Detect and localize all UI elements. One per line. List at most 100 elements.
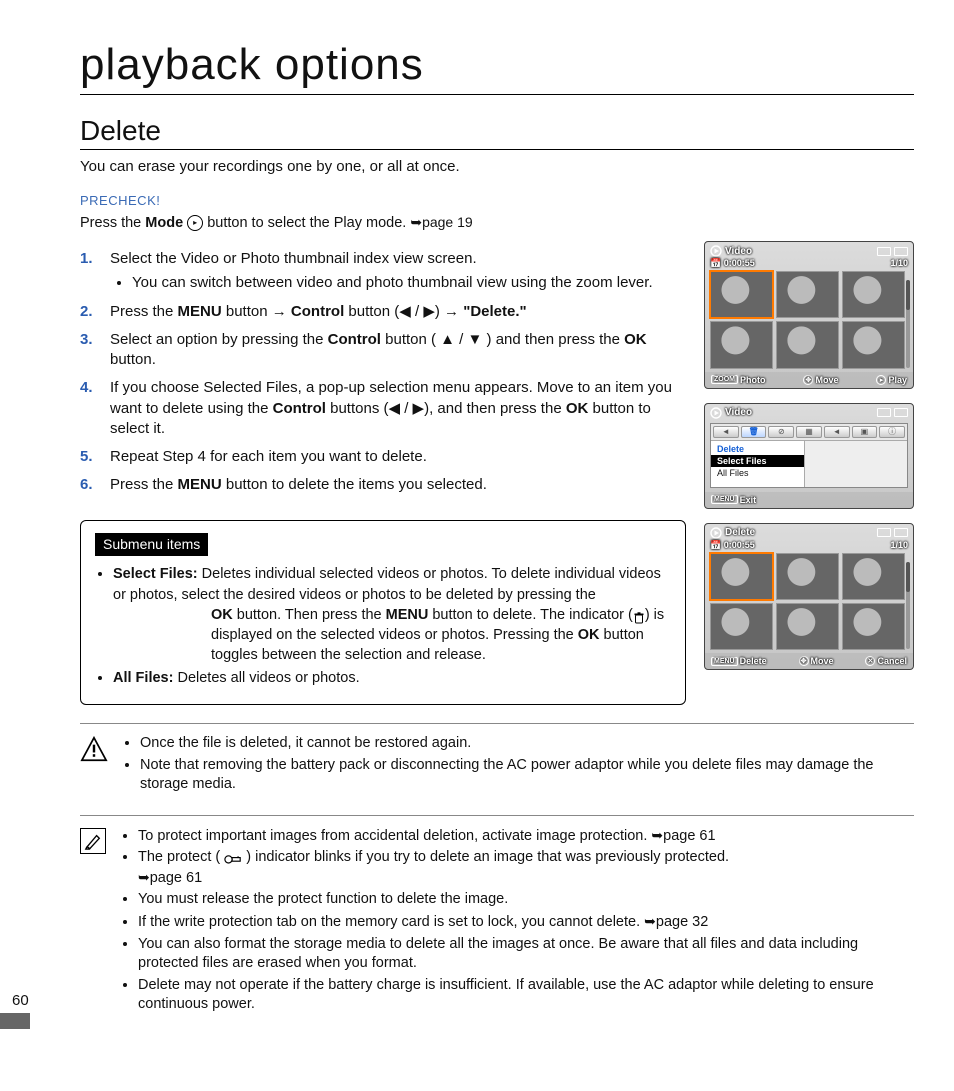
page-number: 60 bbox=[12, 992, 29, 1009]
scr2-exit[interactable]: MENUExit bbox=[711, 495, 756, 505]
note-3: You must release the protect function to… bbox=[138, 890, 914, 910]
thumb-1[interactable] bbox=[710, 271, 773, 318]
thumb-4[interactable] bbox=[710, 603, 773, 650]
screen-video-thumbs: Video 📅 0:00:55 1/10 ZOOMPhoto ✥Move ▸ bbox=[704, 241, 914, 389]
page-tab bbox=[0, 1013, 30, 1029]
s2c: button ( bbox=[344, 303, 399, 320]
thumb-5[interactable] bbox=[776, 603, 839, 650]
thumb-6[interactable] bbox=[842, 321, 905, 368]
up-down-icon: ▲ / ▼ bbox=[440, 331, 482, 348]
scr2-status-icons bbox=[877, 408, 908, 417]
battery-icon bbox=[894, 247, 908, 256]
thumb-6[interactable] bbox=[842, 603, 905, 650]
step-2: Press the MENU button → Control button (… bbox=[80, 302, 686, 322]
s4-ok: OK bbox=[566, 400, 589, 417]
sf-ok2: OK bbox=[578, 627, 600, 643]
tool-prev[interactable]: ◄ bbox=[713, 426, 739, 438]
scr3-move[interactable]: ✥Move bbox=[799, 656, 834, 666]
precheck-text: Press the Mode ▸ button to select the Pl… bbox=[80, 214, 914, 231]
scr3-delete[interactable]: MENUDelete bbox=[711, 656, 767, 666]
trash-icon bbox=[633, 610, 645, 620]
thumb-5[interactable] bbox=[776, 321, 839, 368]
scr1-status-icons bbox=[877, 247, 908, 256]
note-2-ref: page 61 bbox=[150, 870, 202, 886]
scr1-scrollbar[interactable] bbox=[906, 280, 910, 368]
scr3-counter: 1/10 bbox=[890, 540, 908, 551]
left-right-icon: ◀ / ▶ bbox=[399, 303, 435, 320]
sf-ok1: OK bbox=[211, 607, 233, 623]
step-1: Select the Video or Photo thumbnail inde… bbox=[80, 249, 686, 294]
scr3-scrollbar[interactable] bbox=[906, 562, 910, 650]
steps-column: Select the Video or Photo thumbnail inde… bbox=[80, 241, 686, 705]
scr3-time: 📅 0:00:55 bbox=[710, 540, 755, 551]
ok-cancel-icon: ✕ bbox=[865, 656, 875, 666]
menu-item-select-files[interactable]: Select Files bbox=[711, 455, 804, 467]
tool-prev2-icon[interactable]: ◄ bbox=[824, 426, 850, 438]
tool-delete-icon[interactable]: 🗑 bbox=[741, 426, 767, 438]
warning-row: Once the file is deleted, it cannot be r… bbox=[80, 734, 914, 797]
thumb-4[interactable] bbox=[710, 321, 773, 368]
battery-icon bbox=[894, 528, 908, 537]
ref-arrow-icon: ➥ bbox=[651, 827, 663, 843]
scr1-move[interactable]: ✥Move bbox=[803, 375, 838, 385]
step-3: Select an option by pressing the Control… bbox=[80, 330, 686, 371]
video-icon bbox=[710, 527, 722, 539]
step-1-text: Select the Video or Photo thumbnail inde… bbox=[110, 250, 477, 267]
card-icon bbox=[877, 247, 891, 256]
scr3-cancel[interactable]: ✕Cancel bbox=[865, 656, 907, 666]
intro-text: You can erase your recordings one by one… bbox=[80, 158, 914, 175]
submenu-box: Submenu items Select Files: Deletes indi… bbox=[80, 520, 686, 705]
scr1-title-text: Video bbox=[725, 246, 752, 257]
protect-icon bbox=[224, 851, 242, 863]
screen-delete-menu: Video ◄ 🗑 ⊘ ▦ ◄ ▣ ⓘ Delete Select F bbox=[704, 403, 914, 509]
af-label: All Files: bbox=[113, 670, 173, 686]
scr2-menu-body: ◄ 🗑 ⊘ ▦ ◄ ▣ ⓘ Delete Select Files All Fi… bbox=[710, 423, 908, 488]
scr1-grid bbox=[705, 271, 913, 372]
step-5: Repeat Step 4 for each item you want to … bbox=[80, 447, 686, 467]
s3d: button. bbox=[110, 351, 156, 368]
scr2-toolbar: ◄ 🗑 ⊘ ▦ ◄ ▣ ⓘ bbox=[711, 424, 907, 441]
submenu-all-files: All Files: Deletes all videos or photos. bbox=[113, 668, 671, 688]
thumb-3[interactable] bbox=[842, 553, 905, 600]
ref-arrow-icon: ➥ bbox=[644, 913, 656, 929]
s3-ok: OK bbox=[624, 331, 647, 348]
thumb-3[interactable] bbox=[842, 271, 905, 318]
left-right-icon-2: ◀ / ▶ bbox=[389, 400, 425, 417]
submenu-select-files: Select Files: Deletes individual selecte… bbox=[113, 564, 671, 665]
s2b: button → bbox=[222, 303, 291, 320]
separator-1 bbox=[80, 723, 914, 724]
scr2-title: Video bbox=[710, 407, 752, 419]
dpad-icon: ✥ bbox=[803, 375, 813, 385]
precheck-pre: Press the bbox=[80, 215, 145, 231]
tool-share-icon[interactable]: ▣ bbox=[852, 426, 878, 438]
s6a: Press the bbox=[110, 476, 178, 493]
scr1-play[interactable]: ▸Play bbox=[876, 375, 907, 385]
thumb-2[interactable] bbox=[776, 553, 839, 600]
scr3-title-text: Delete bbox=[725, 527, 755, 538]
sf-c: button to delete. The indicator ( bbox=[428, 607, 632, 623]
section-title: Delete bbox=[80, 115, 914, 150]
ref-arrow-icon: ➥ bbox=[410, 214, 422, 230]
screen-delete-select: Delete 📅 0:00:55 1/10 MENUDelete ✥Move bbox=[704, 523, 914, 671]
card-icon bbox=[877, 528, 891, 537]
battery-icon bbox=[894, 408, 908, 417]
tool-grid-icon[interactable]: ▦ bbox=[796, 426, 822, 438]
precheck-post: button to select the Play mode. bbox=[207, 215, 410, 231]
thumb-2[interactable] bbox=[776, 271, 839, 318]
thumb-1[interactable] bbox=[710, 553, 773, 600]
precheck-ref: page 19 bbox=[422, 214, 473, 230]
scr1-time: 📅 0:00:55 bbox=[710, 258, 755, 269]
s3c: ) and then press the bbox=[482, 331, 624, 348]
sf-menu: MENU bbox=[386, 607, 429, 623]
menu-pill-2: MENU bbox=[711, 657, 738, 666]
dpad-icon: ✥ bbox=[799, 656, 809, 666]
tool-info-icon[interactable]: ⓘ bbox=[879, 426, 905, 438]
menu-item-all-files[interactable]: All Files bbox=[711, 467, 804, 479]
separator-2 bbox=[80, 815, 914, 816]
menu-preview bbox=[805, 441, 907, 487]
step-list: Select the Video or Photo thumbnail inde… bbox=[80, 249, 686, 496]
tool-protect-icon[interactable]: ⊘ bbox=[768, 426, 794, 438]
menu-pill: MENU bbox=[711, 495, 738, 504]
scr1-photo[interactable]: ZOOMPhoto bbox=[711, 375, 766, 385]
step-6: Press the MENU button to delete the item… bbox=[80, 475, 686, 495]
